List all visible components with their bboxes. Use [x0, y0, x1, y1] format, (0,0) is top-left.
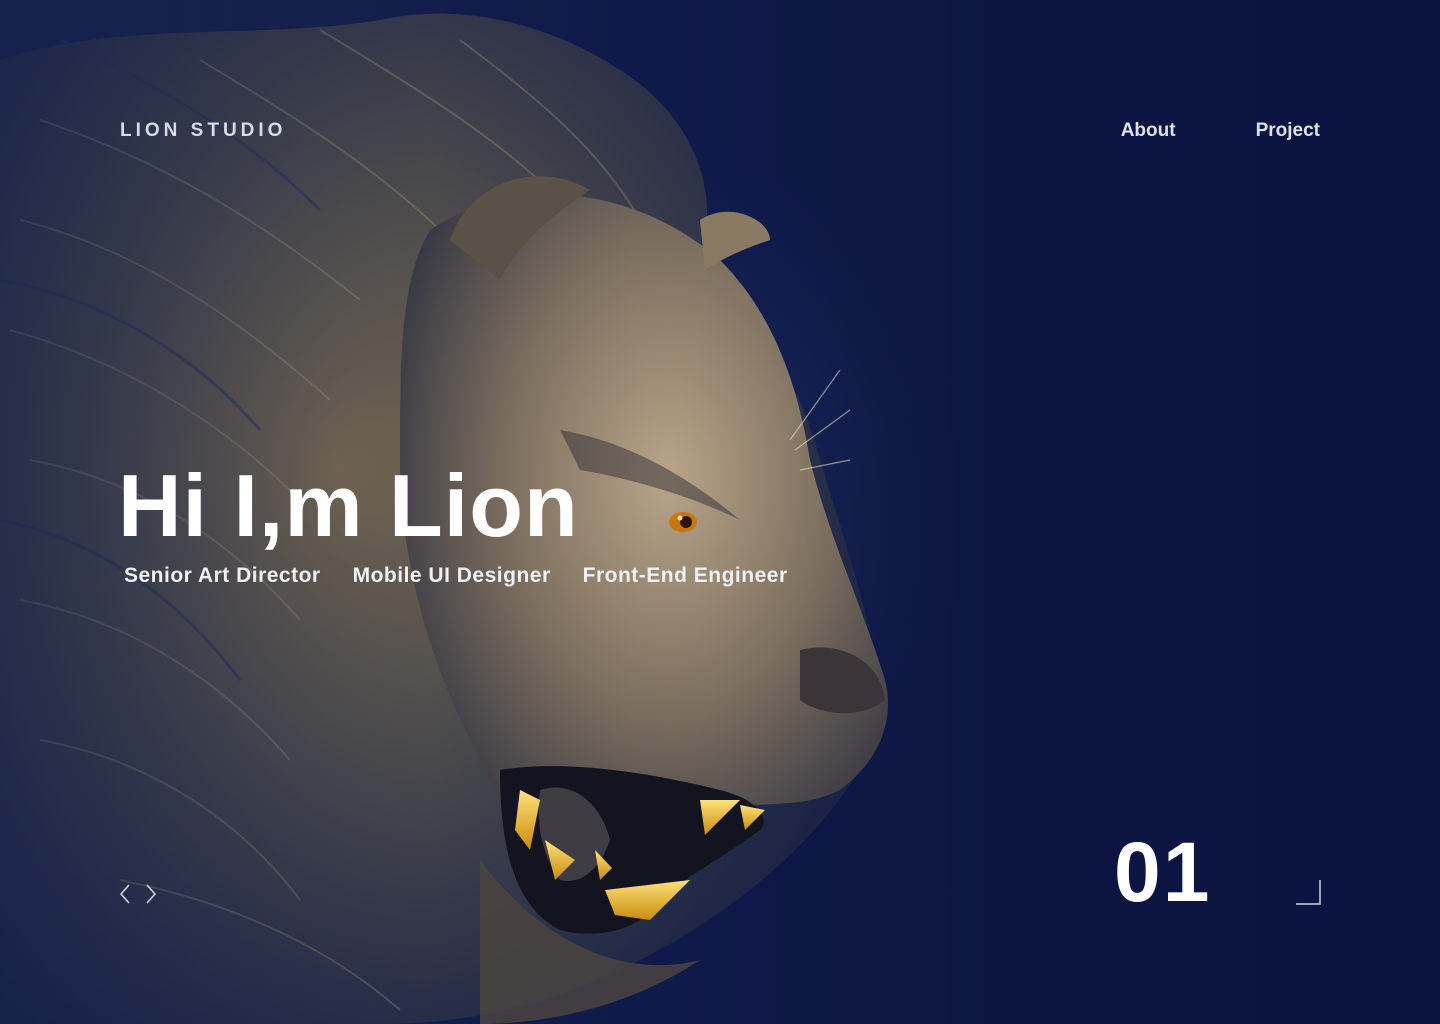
chevron-left-icon: [119, 884, 130, 904]
nav-project-link[interactable]: Project: [1256, 120, 1320, 142]
brand-logo[interactable]: LION STUDIO: [120, 120, 286, 142]
slider-arrows: [116, 882, 160, 906]
next-slide-button[interactable]: [142, 882, 160, 906]
role-item: Mobile UI Designer: [352, 564, 551, 587]
chevron-right-icon: [146, 884, 157, 904]
prev-slide-button[interactable]: [116, 882, 134, 906]
hero-section: LION STUDIO About Project Hi I,m Lion Se…: [0, 0, 1440, 1024]
role-item: Front-End Engineer: [582, 564, 788, 587]
hero-headline: Hi I,m Lion: [118, 456, 579, 555]
role-item: Senior Art Director: [124, 564, 321, 587]
slide-counter: 01: [1114, 825, 1212, 919]
role-list: Senior Art Director Mobile UI Designer F…: [124, 564, 788, 588]
nav-about-link[interactable]: About: [1121, 120, 1176, 142]
main-nav: About Project: [1121, 120, 1320, 142]
corner-bracket-icon: [1296, 880, 1321, 905]
